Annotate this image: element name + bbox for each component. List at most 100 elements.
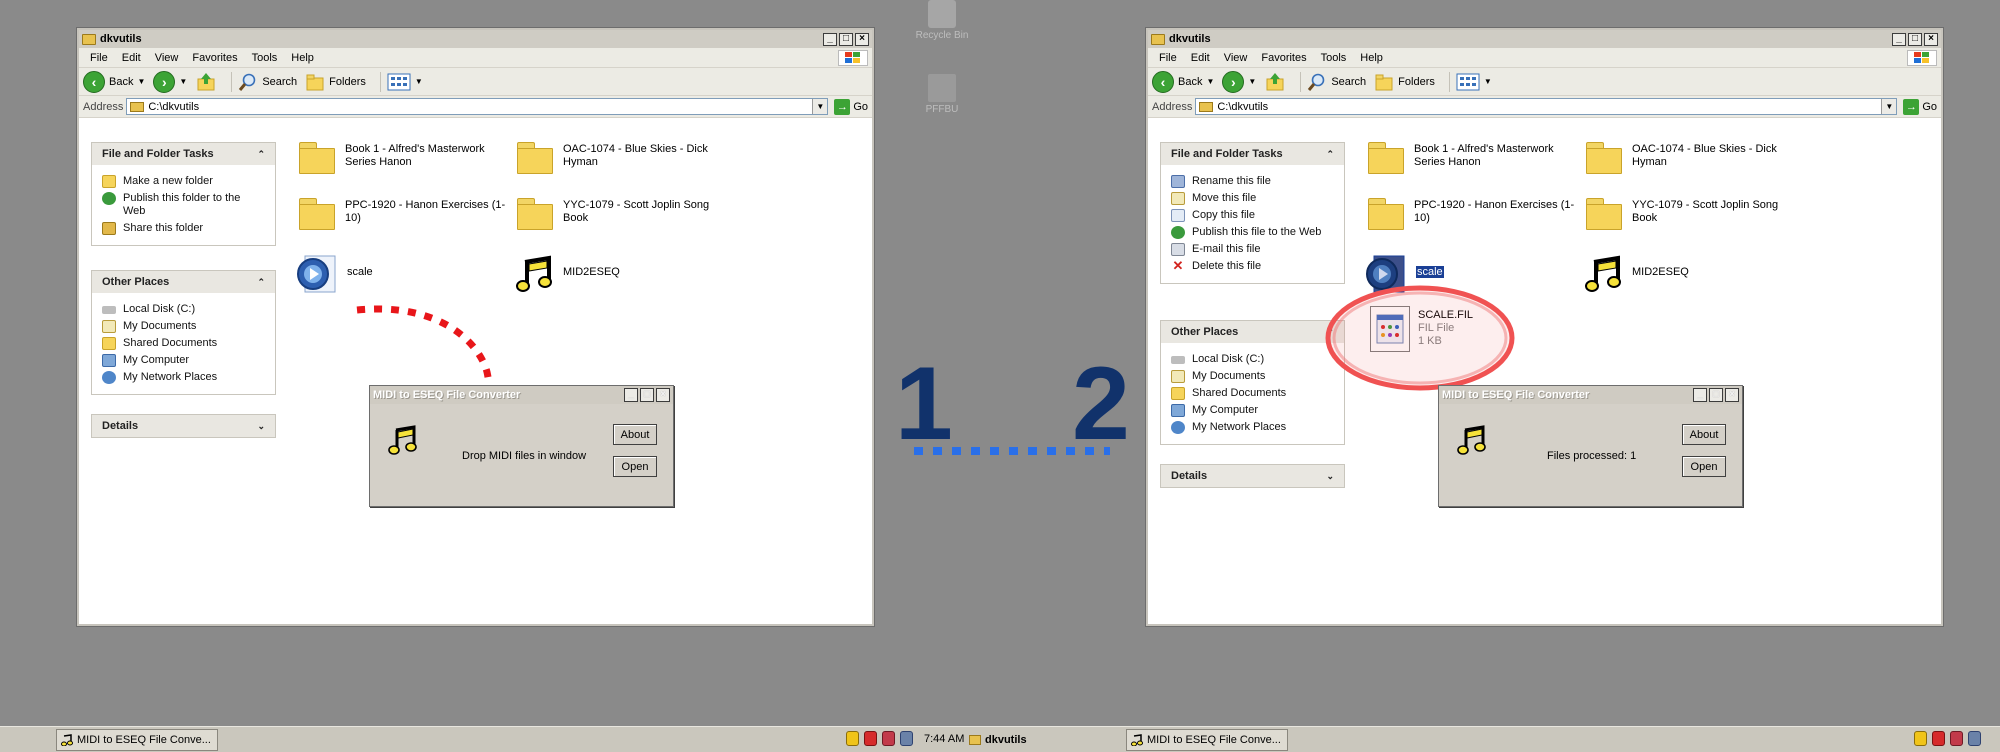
search-button[interactable]: Search xyxy=(1307,72,1366,92)
menu-favorites[interactable]: Favorites xyxy=(185,52,244,64)
task-move-file[interactable]: Move this file xyxy=(1171,192,1334,205)
maximize-button[interactable]: □ xyxy=(1908,32,1922,46)
antivirus-icon[interactable] xyxy=(882,731,895,746)
folder-item[interactable]: PPC-1920 - Hanon Exercises (1-10) xyxy=(1366,196,1576,230)
place-shared-documents[interactable]: Shared Documents xyxy=(1171,387,1334,400)
address-dropdown-button[interactable]: ▼ xyxy=(812,99,828,114)
file-item-scale[interactable]: scale xyxy=(295,252,505,296)
taskbar-button-converter-left[interactable]: MIDI to ESEQ File Conve... xyxy=(56,729,218,751)
folder-item[interactable]: YYC-1079 - Scott Joplin Song Book xyxy=(1584,196,1794,230)
pane-header[interactable]: Other Places ⌃ xyxy=(1161,321,1344,343)
place-my-computer[interactable]: My Computer xyxy=(1171,404,1334,417)
close-button[interactable]: × xyxy=(1725,388,1739,402)
pane-header[interactable]: File and Folder Tasks ⌃ xyxy=(92,143,275,165)
place-my-computer[interactable]: My Computer xyxy=(102,354,265,367)
folder-item[interactable]: Book 1 - Alfred's Masterwork Series Hano… xyxy=(297,140,507,174)
address-input[interactable]: C:\dkvutils ▼ xyxy=(126,98,829,115)
menu-file[interactable]: File xyxy=(83,52,115,64)
search-button[interactable]: Search xyxy=(238,72,297,92)
expand-chevron-icon[interactable]: ⌄ xyxy=(1326,471,1334,482)
expand-chevron-icon[interactable]: ⌄ xyxy=(257,421,265,432)
place-local-disk[interactable]: Local Disk (C:) xyxy=(1171,353,1334,366)
security-alert-icon[interactable] xyxy=(864,731,877,746)
place-shared-documents[interactable]: Shared Documents xyxy=(102,337,265,350)
maximize-button[interactable]: □ xyxy=(1709,388,1723,402)
close-button[interactable]: × xyxy=(656,388,670,402)
close-button[interactable]: × xyxy=(1924,32,1938,46)
security-alert-icon[interactable] xyxy=(1932,731,1945,746)
folder-item[interactable]: OAC-1074 - Blue Skies - Dick Hyman xyxy=(515,140,725,174)
address-dropdown-button[interactable]: ▼ xyxy=(1881,99,1897,114)
menu-edit[interactable]: Edit xyxy=(115,52,148,64)
minimize-button[interactable]: _ xyxy=(823,32,837,46)
task-share-folder[interactable]: Share this folder xyxy=(102,222,265,235)
menu-tools[interactable]: Tools xyxy=(1314,52,1354,64)
minimize-button[interactable]: _ xyxy=(624,388,638,402)
task-copy-file[interactable]: Copy this file xyxy=(1171,209,1334,222)
place-my-documents[interactable]: My Documents xyxy=(1171,370,1334,383)
antivirus-icon[interactable] xyxy=(1950,731,1963,746)
folders-button[interactable]: Folders xyxy=(305,73,366,91)
about-button[interactable]: About xyxy=(1682,424,1726,445)
taskbar-button-dkvutils[interactable]: dkvutils xyxy=(965,729,1120,751)
forward-button[interactable]: › ▼ xyxy=(1222,70,1256,93)
menu-view[interactable]: View xyxy=(148,52,186,64)
minimize-button[interactable]: _ xyxy=(1892,32,1906,46)
folder-item[interactable]: Book 1 - Alfred's Masterwork Series Hano… xyxy=(1366,140,1576,174)
menu-tools[interactable]: Tools xyxy=(245,52,285,64)
taskbar-button-converter-right[interactable]: MIDI to ESEQ File Conve... xyxy=(1126,729,1288,751)
collapse-chevron-icon[interactable]: ⌃ xyxy=(257,149,265,160)
folder-item[interactable]: YYC-1079 - Scott Joplin Song Book xyxy=(515,196,725,230)
task-publish-folder[interactable]: Publish this folder to the Web xyxy=(102,192,265,218)
title-bar[interactable]: dkvutils _ □ × xyxy=(79,30,872,48)
pane-header[interactable]: Details ⌄ xyxy=(92,415,275,437)
menu-edit[interactable]: Edit xyxy=(1184,52,1217,64)
task-make-new-folder[interactable]: Make a new folder xyxy=(102,175,265,188)
task-publish-file[interactable]: Publish this file to the Web xyxy=(1171,226,1334,239)
task-delete-file[interactable]: ✕ Delete this file xyxy=(1171,259,1334,273)
pane-header[interactable]: Details ⌄ xyxy=(1161,465,1344,487)
dialog-title-bar[interactable]: MIDI to ESEQ File Converter _ □ × xyxy=(370,386,673,404)
menu-view[interactable]: View xyxy=(1217,52,1255,64)
task-rename-file[interactable]: Rename this file xyxy=(1171,175,1334,188)
collapse-chevron-icon[interactable]: ⌃ xyxy=(1326,149,1334,160)
desktop-icon-pffbu[interactable]: PFFBU xyxy=(910,74,974,115)
go-button[interactable]: → Go xyxy=(834,98,868,115)
menu-help[interactable]: Help xyxy=(284,52,321,64)
shield-icon[interactable] xyxy=(1914,731,1927,746)
views-button[interactable]: ▼ xyxy=(1456,73,1492,91)
forward-button[interactable]: › ▼ xyxy=(153,70,187,93)
menu-file[interactable]: File xyxy=(1152,52,1184,64)
dialog-title-bar[interactable]: MIDI to ESEQ File Converter _ □ × xyxy=(1439,386,1742,404)
open-button[interactable]: Open xyxy=(613,456,657,477)
up-folder-button[interactable] xyxy=(195,71,217,93)
views-button[interactable]: ▼ xyxy=(387,73,423,91)
collapse-chevron-icon[interactable]: ⌃ xyxy=(257,277,265,288)
about-button[interactable]: About xyxy=(613,424,657,445)
open-button[interactable]: Open xyxy=(1682,456,1726,477)
maximize-button[interactable]: □ xyxy=(839,32,853,46)
title-bar[interactable]: dkvutils _ □ × xyxy=(1148,30,1941,48)
back-button[interactable]: ‹ Back ▼ xyxy=(83,70,145,93)
back-button[interactable]: ‹ Back ▼ xyxy=(1152,70,1214,93)
desktop-icon-recycle-bin[interactable]: Recycle Bin xyxy=(910,0,974,41)
place-my-network[interactable]: My Network Places xyxy=(102,371,265,384)
pane-header[interactable]: File and Folder Tasks ⌃ xyxy=(1161,143,1344,165)
menu-favorites[interactable]: Favorites xyxy=(1254,52,1313,64)
place-my-network[interactable]: My Network Places xyxy=(1171,421,1334,434)
place-local-disk[interactable]: Local Disk (C:) xyxy=(102,303,265,316)
folders-button[interactable]: Folders xyxy=(1374,73,1435,91)
maximize-button[interactable]: □ xyxy=(640,388,654,402)
file-item-mid2eseq[interactable]: MID2ESEQ xyxy=(515,254,725,294)
up-folder-button[interactable] xyxy=(1264,71,1286,93)
pane-header[interactable]: Other Places ⌃ xyxy=(92,271,275,293)
minimize-button[interactable]: _ xyxy=(1693,388,1707,402)
file-item-mid2eseq[interactable]: MID2ESEQ xyxy=(1584,254,1794,294)
folder-item[interactable]: PPC-1920 - Hanon Exercises (1-10) xyxy=(297,196,507,230)
task-email-file[interactable]: E-mail this file xyxy=(1171,243,1334,256)
folder-item[interactable]: OAC-1074 - Blue Skies - Dick Hyman xyxy=(1584,140,1794,174)
place-my-documents[interactable]: My Documents xyxy=(102,320,265,333)
network-status-icon[interactable] xyxy=(900,731,913,746)
menu-help[interactable]: Help xyxy=(1353,52,1390,64)
address-input[interactable]: C:\dkvutils ▼ xyxy=(1195,98,1898,115)
